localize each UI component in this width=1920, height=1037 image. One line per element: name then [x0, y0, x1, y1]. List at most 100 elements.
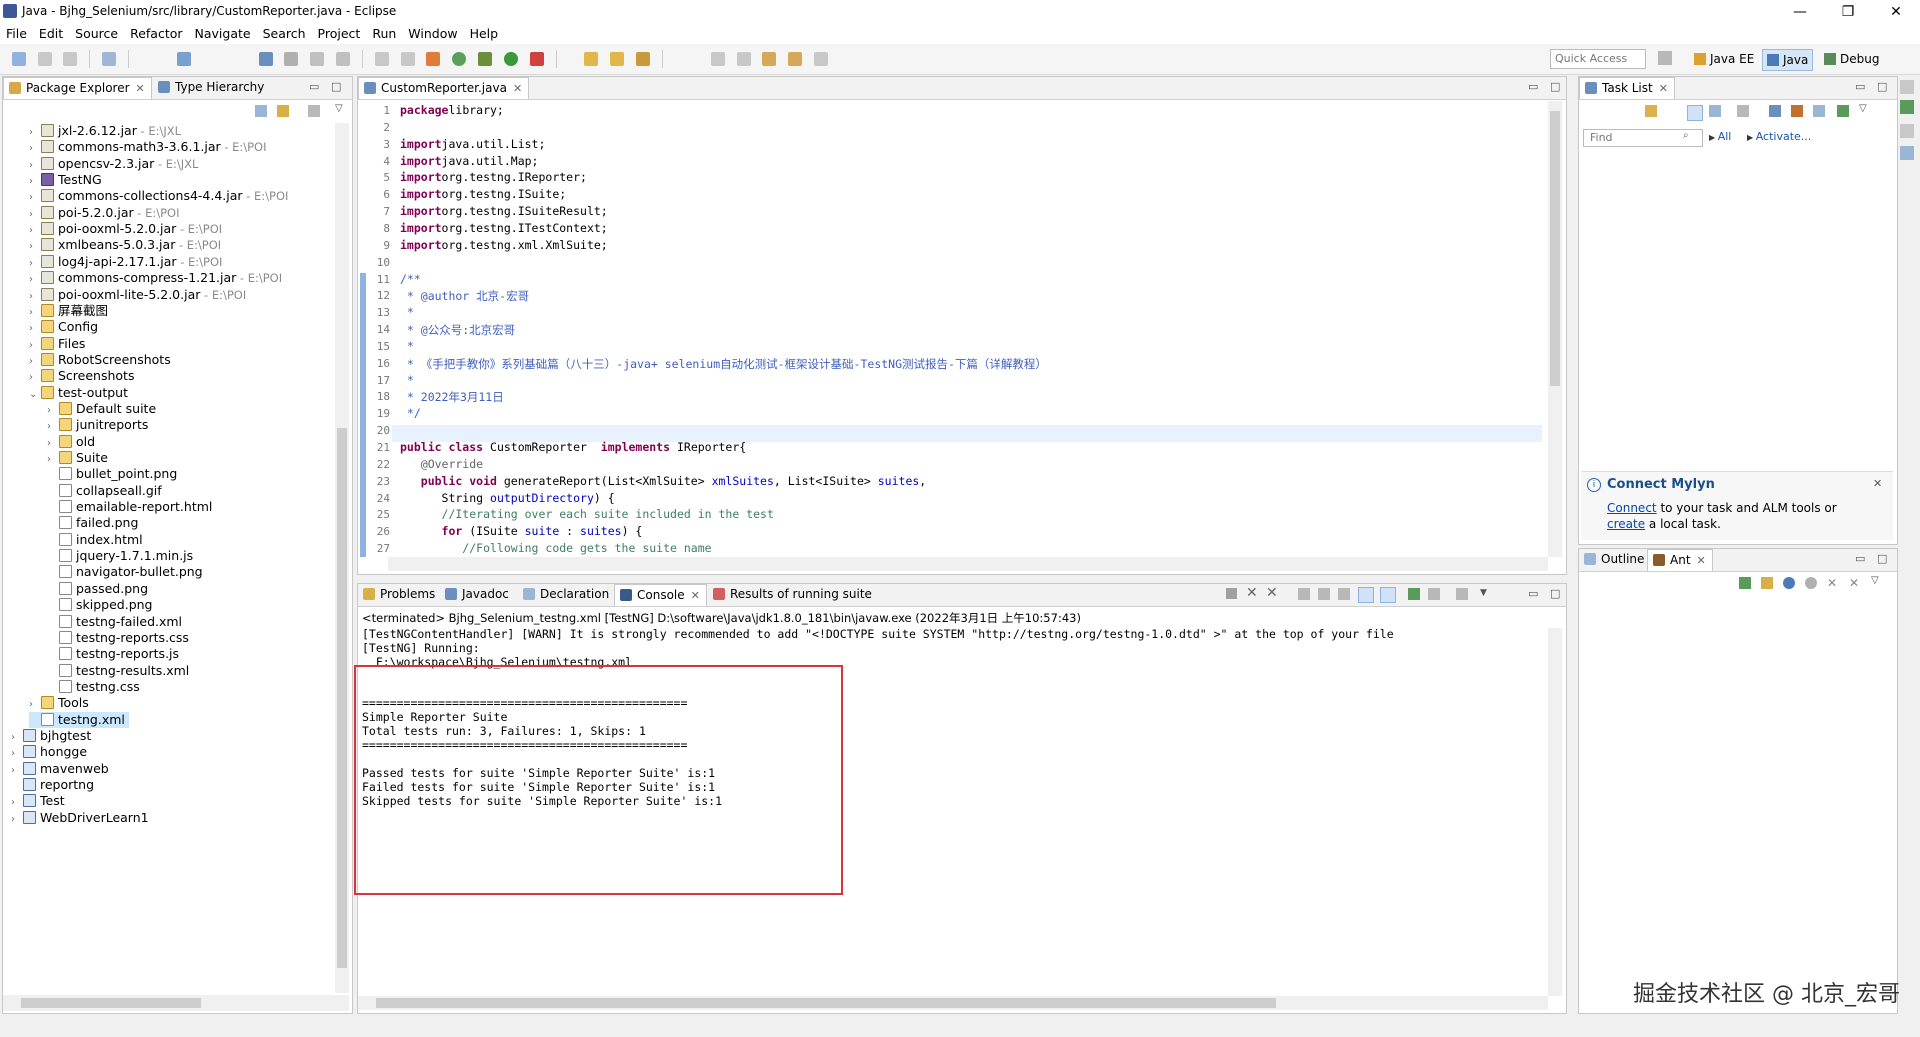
tree-item[interactable]: › Suite	[47, 450, 108, 466]
tree-item[interactable]: › Tools	[29, 695, 89, 711]
collapse-all-icon[interactable]	[255, 105, 267, 117]
skip-breakpoints-icon[interactable]	[374, 52, 389, 66]
tree-scroll-thumb[interactable]	[337, 428, 347, 968]
print-icon[interactable]	[102, 52, 117, 66]
tab-problems[interactable]: Problems	[358, 584, 441, 605]
tree-item[interactable]: › commons-math3-3.6.1.jar - E:\POI	[29, 139, 267, 155]
categorized-icon[interactable]	[1687, 105, 1703, 121]
tab-package-explorer[interactable]: Package Explorer ✕	[3, 77, 152, 99]
tree-item[interactable]: › poi-5.2.0.jar - E:\POI	[29, 205, 179, 221]
mylyn-close-icon[interactable]: ✕	[1873, 477, 1882, 490]
task-view-menu-icon[interactable]: ▽	[1859, 103, 1867, 114]
add-buildfile-icon[interactable]	[1739, 577, 1751, 589]
tree-item[interactable]: passed.png	[47, 581, 148, 597]
console-dropdown-icon[interactable]: ▼	[1480, 588, 1487, 598]
tree-item[interactable]: emailable-report.html	[47, 499, 212, 515]
tree-hscrollbar[interactable]	[3, 995, 349, 1011]
tree-item[interactable]: › poi-ooxml-lite-5.2.0.jar - E:\POI	[29, 287, 246, 303]
activate-link[interactable]: ▶ Activate...	[1747, 130, 1811, 143]
tree-item[interactable]: reportng	[11, 777, 94, 793]
scroll-lock-icon[interactable]	[1318, 588, 1330, 600]
menu-refactor[interactable]: Refactor	[124, 24, 188, 44]
tab-results-running-suite[interactable]: Results of running suite	[708, 584, 878, 605]
editor-minimize-icon[interactable]: ▭	[1528, 80, 1538, 93]
editor-scroll-thumb[interactable]	[1550, 111, 1560, 386]
menu-navigate[interactable]: Navigate	[189, 24, 257, 44]
tree-item[interactable]: › RobotScreenshots	[29, 352, 171, 368]
tree-item[interactable]: testng-reports.css	[47, 630, 189, 646]
menu-project[interactable]: Project	[312, 24, 367, 44]
remove-launch-icon[interactable]: ✕	[1246, 585, 1258, 601]
tree-item[interactable]: navigator-bullet.png	[47, 564, 203, 580]
outline-minimize-icon[interactable]: ▭	[1855, 552, 1865, 565]
whitespace-icon[interactable]	[336, 52, 351, 66]
sync-changed-icon[interactable]	[1837, 105, 1849, 117]
remove-all-icon[interactable]: ✕	[1849, 576, 1859, 590]
breadcrumb-icon[interactable]	[284, 52, 299, 66]
focus-workweek-icon[interactable]	[1769, 105, 1781, 117]
minimize-button[interactable]: —	[1780, 2, 1820, 22]
task-minimize-icon[interactable]: ▭	[1855, 80, 1865, 93]
open-console-icon[interactable]	[1456, 588, 1468, 600]
code-area[interactable]: 1 packagelibrary; 2 3 importjava.util.List; 4…	[366, 101, 1546, 556]
new-class-icon[interactable]	[452, 52, 467, 66]
task-maximize-icon[interactable]: □	[1877, 80, 1887, 93]
external-tools-icon[interactable]	[529, 52, 544, 66]
perspective-debug[interactable]: Debug	[1820, 49, 1883, 69]
tree-item[interactable]: bullet_point.png	[47, 466, 177, 482]
remove-all-launches-icon[interactable]: ✕	[1266, 585, 1278, 601]
close-task-tab-icon[interactable]: ✕	[1659, 82, 1668, 95]
tree-item[interactable]: ⌄ test-output	[29, 385, 128, 401]
show-on-stdout-icon[interactable]	[1358, 587, 1374, 603]
coverage-icon[interactable]	[400, 52, 415, 66]
toggle-mark-icon[interactable]	[258, 52, 273, 66]
menu-source[interactable]: Source	[69, 24, 124, 44]
focus-task-icon[interactable]	[308, 105, 320, 117]
show-on-stderr-icon[interactable]	[1380, 587, 1396, 603]
new-java-package-icon[interactable]	[426, 52, 441, 66]
tab-task-list[interactable]: Task List ✕	[1579, 77, 1675, 99]
maximize-button[interactable]: ❐	[1828, 2, 1868, 22]
tree-item[interactable]: › Config	[29, 319, 98, 335]
outline-trim-icon[interactable]	[1900, 124, 1914, 138]
tree-scrollbar[interactable]	[335, 123, 349, 993]
tree-item[interactable]: › xmlbeans-5.0.3.jar - E:\POI	[29, 237, 221, 253]
tab-outline[interactable]: Outline	[1579, 549, 1650, 570]
tree-item[interactable]: testng.css	[47, 679, 140, 695]
tree-item[interactable]: › hongge	[11, 744, 87, 760]
tree-item[interactable]: collapseall.gif	[47, 483, 162, 499]
tab-type-hierarchy[interactable]: Type Hierarchy	[153, 77, 270, 98]
console-minimize-icon[interactable]: ▭	[1528, 587, 1538, 600]
clear-console-icon[interactable]	[1298, 588, 1310, 600]
tree-item[interactable]: › 屏幕截图	[29, 303, 108, 319]
tab-declaration[interactable]: Declaration	[518, 584, 615, 605]
tree-item[interactable]: › Screenshots	[29, 368, 134, 384]
tree-hscroll-thumb[interactable]	[21, 998, 201, 1008]
maximize-view-icon[interactable]: □	[331, 80, 341, 93]
menu-window[interactable]: Window	[402, 24, 463, 44]
create-link[interactable]: create	[1607, 517, 1645, 531]
tab-console[interactable]: Console ✕	[614, 584, 707, 606]
open-task-icon[interactable]	[610, 52, 625, 66]
view-menu-icon[interactable]: ▽	[335, 103, 343, 114]
back-icon[interactable]	[788, 52, 803, 66]
tree-item[interactable]: failed.png	[47, 515, 138, 531]
close-button[interactable]: ✕	[1876, 2, 1916, 22]
tree-item[interactable]: › old	[47, 434, 95, 450]
debug-icon[interactable]	[478, 52, 493, 66]
next-annotation-icon[interactable]	[710, 52, 725, 66]
tree-item[interactable]: › mavenweb	[11, 761, 109, 777]
console-hscrollbar[interactable]	[358, 996, 1548, 1010]
editor-scrollbar[interactable]	[1548, 101, 1562, 557]
expand-arrow-icon[interactable]: ›	[11, 812, 23, 828]
menu-search[interactable]: Search	[257, 24, 312, 44]
outline-maximize-icon[interactable]: □	[1877, 552, 1887, 565]
tree-item[interactable]: › commons-collections4-4.4.jar - E:\POI	[29, 188, 288, 204]
minimize-view-icon[interactable]: ▭	[309, 80, 319, 93]
find-search-icon[interactable]: ⌕	[1683, 130, 1689, 141]
pin-console-icon[interactable]	[1408, 588, 1420, 600]
editor-maximize-icon[interactable]: □	[1550, 80, 1560, 93]
tree-item[interactable]: › Files	[29, 336, 85, 352]
connect-link[interactable]: Connect	[1607, 501, 1657, 515]
terminate-icon[interactable]	[1226, 588, 1237, 599]
